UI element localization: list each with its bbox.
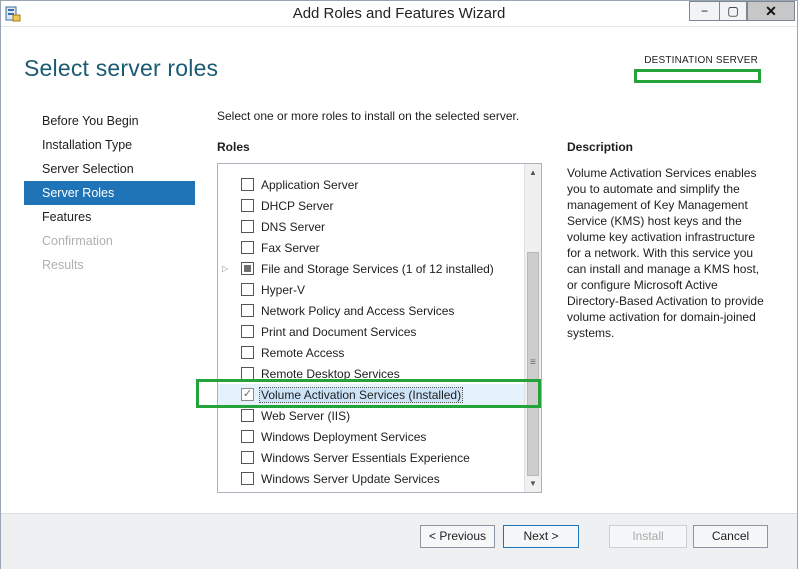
role-row[interactable]: DHCP Server <box>218 195 524 216</box>
install-button: Install <box>609 525 687 548</box>
role-row[interactable]: Windows Server Essentials Experience <box>218 447 524 468</box>
role-label: Windows Server Update Services <box>261 471 440 486</box>
expand-arrow-icon[interactable]: ▷ <box>222 264 230 274</box>
roles-heading: Roles <box>217 140 250 154</box>
role-checkbox[interactable] <box>241 199 254 212</box>
nav-item-features[interactable]: Features <box>24 205 195 229</box>
description-heading: Description <box>567 140 634 154</box>
role-row[interactable]: Hyper-V <box>218 279 524 300</box>
role-row[interactable]: Windows Deployment Services <box>218 426 524 447</box>
maximize-button[interactable]: ▢ <box>719 1 747 21</box>
cancel-button[interactable]: Cancel <box>693 525 768 548</box>
role-checkbox[interactable] <box>241 325 254 338</box>
role-label: File and Storage Services (1 of 12 insta… <box>261 261 494 276</box>
role-checkbox[interactable] <box>241 283 254 296</box>
role-row[interactable]: Fax Server <box>218 237 524 258</box>
role-row[interactable]: Application Server <box>218 174 524 195</box>
title-bar: Add Roles and Features Wizard − ▢ ✕ <box>1 1 797 27</box>
role-checkbox[interactable] <box>241 430 254 443</box>
role-checkbox[interactable] <box>241 346 254 359</box>
window-title: Add Roles and Features Wizard <box>292 5 506 22</box>
scroll-up-arrow-icon[interactable]: ▲ <box>525 164 541 181</box>
nav-item-confirmation: Confirmation <box>42 234 113 248</box>
role-row[interactable]: Network Policy and Access Services <box>218 300 524 321</box>
role-checkbox[interactable] <box>241 220 254 233</box>
role-checkbox[interactable] <box>241 241 254 254</box>
role-checkbox[interactable] <box>241 304 254 317</box>
instruction-text: Select one or more roles to install on t… <box>217 109 520 123</box>
role-checkbox[interactable] <box>241 472 254 485</box>
role-checkbox[interactable] <box>241 409 254 422</box>
role-row[interactable]: Windows Server Update Services <box>218 468 524 489</box>
role-checkbox[interactable] <box>241 178 254 191</box>
next-button[interactable]: Next > <box>503 525 579 548</box>
nav-item-server-selection[interactable]: Server Selection <box>24 157 195 181</box>
minimize-button[interactable]: − <box>689 1 719 21</box>
wizard-nav: Before You Begin Installation Type Serve… <box>24 109 195 277</box>
role-label: Application Server <box>261 177 359 192</box>
page-title: Select server roles <box>24 55 219 81</box>
nav-item-before-you-begin[interactable]: Before You Begin <box>24 109 195 133</box>
role-row[interactable]: Web Server (IIS) <box>218 405 524 426</box>
annotation-highlight-box <box>196 379 541 408</box>
role-label: Web Server (IIS) <box>261 408 351 423</box>
role-label: Windows Server Essentials Experience <box>261 450 470 465</box>
nav-item-results: Results <box>42 258 84 272</box>
description-text: Volume Activation Services enables you t… <box>567 166 764 340</box>
previous-button[interactable]: < Previous <box>420 525 495 548</box>
role-row[interactable]: DNS Server <box>218 216 524 237</box>
role-label: DNS Server <box>261 219 326 234</box>
role-label: Remote Access <box>261 345 345 360</box>
roles-list[interactable]: Application Server DHCP Server DNS Serve… <box>217 163 542 493</box>
role-label: Windows Deployment Services <box>261 429 427 444</box>
role-label: Print and Document Services <box>261 324 417 339</box>
close-button[interactable]: ✕ <box>747 1 795 21</box>
maximize-icon: ▢ <box>727 4 739 18</box>
nav-item-server-roles[interactable]: Server Roles <box>24 181 195 205</box>
roles-scrollbar[interactable]: ▲ ≡ ▼ <box>524 164 541 492</box>
close-icon: ✕ <box>765 2 777 19</box>
role-row[interactable]: Remote Access <box>218 342 524 363</box>
role-label: Network Policy and Access Services <box>261 303 455 318</box>
role-checkbox[interactable] <box>241 451 254 464</box>
role-row[interactable]: Print and Document Services <box>218 321 524 342</box>
destination-server-label: DESTINATION SERVER <box>644 55 758 66</box>
destination-server-highlight <box>634 69 761 83</box>
role-label: DHCP Server <box>261 198 334 213</box>
scroll-down-arrow-icon[interactable]: ▼ <box>525 475 541 492</box>
role-label: Fax Server <box>261 240 320 255</box>
minimize-icon: − <box>700 4 708 18</box>
role-label: Hyper-V <box>261 282 306 297</box>
wizard-window: Add Roles and Features Wizard − ▢ ✕ Sele… <box>0 0 798 569</box>
grip-icon: ≡ <box>530 357 536 368</box>
nav-item-installation-type[interactable]: Installation Type <box>24 133 195 157</box>
role-checkbox[interactable] <box>241 262 254 275</box>
role-row[interactable]: ▷ File and Storage Services (1 of 12 ins… <box>218 258 524 279</box>
scroll-thumb[interactable]: ≡ <box>527 252 539 476</box>
